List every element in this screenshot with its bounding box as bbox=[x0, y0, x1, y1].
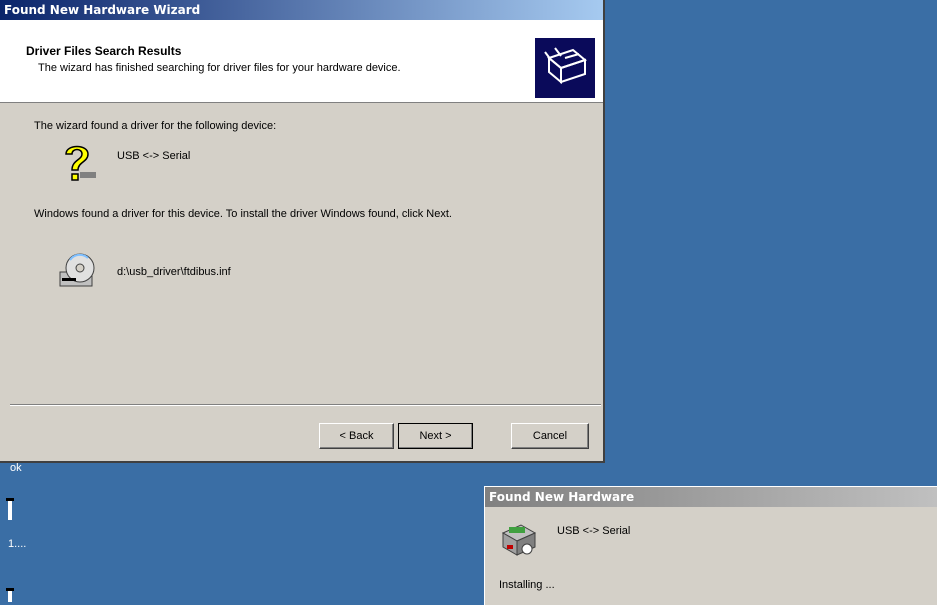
device-name: USB <-> Serial bbox=[117, 150, 191, 162]
found-driver-text: The wizard found a driver for the follow… bbox=[34, 120, 277, 132]
page-subtitle: The wizard has finished searching for dr… bbox=[38, 62, 401, 74]
desktop-icon-label[interactable]: 1.... bbox=[8, 538, 26, 550]
found-new-hardware-popup: Found New Hardware USB <-> Serial Instal… bbox=[484, 486, 937, 605]
page-title: Driver Files Search Results bbox=[26, 44, 182, 58]
popup-device-name: USB <-> Serial bbox=[557, 525, 631, 537]
desktop-icon-label[interactable]: ok bbox=[10, 462, 22, 474]
back-button[interactable]: < Back bbox=[319, 423, 394, 449]
wizard-header: Driver Files Search Results The wizard h… bbox=[0, 20, 603, 103]
desktop: ok 1.... Found New Hardware Wizard Drive… bbox=[0, 0, 937, 605]
divider bbox=[10, 404, 601, 406]
popup-status: Installing ... bbox=[499, 579, 555, 591]
wizard-titlebar[interactable]: Found New Hardware Wizard bbox=[0, 0, 603, 20]
cancel-button[interactable]: Cancel bbox=[511, 423, 589, 449]
cd-driver-icon bbox=[58, 250, 100, 292]
hardware-wizard-icon bbox=[535, 38, 595, 98]
desktop-icon[interactable] bbox=[6, 496, 16, 524]
next-button[interactable]: Next > bbox=[398, 423, 473, 449]
install-instruction: Windows found a driver for this device. … bbox=[34, 208, 452, 220]
wizard-window: Found New Hardware Wizard Driver Files S… bbox=[0, 0, 605, 463]
desktop-icon[interactable] bbox=[6, 588, 16, 604]
hardware-install-icon bbox=[499, 519, 539, 559]
question-mark-icon bbox=[58, 142, 98, 188]
driver-path: d:\usb_driver\ftdibus.inf bbox=[117, 266, 231, 278]
popup-titlebar[interactable]: Found New Hardware bbox=[485, 487, 937, 507]
